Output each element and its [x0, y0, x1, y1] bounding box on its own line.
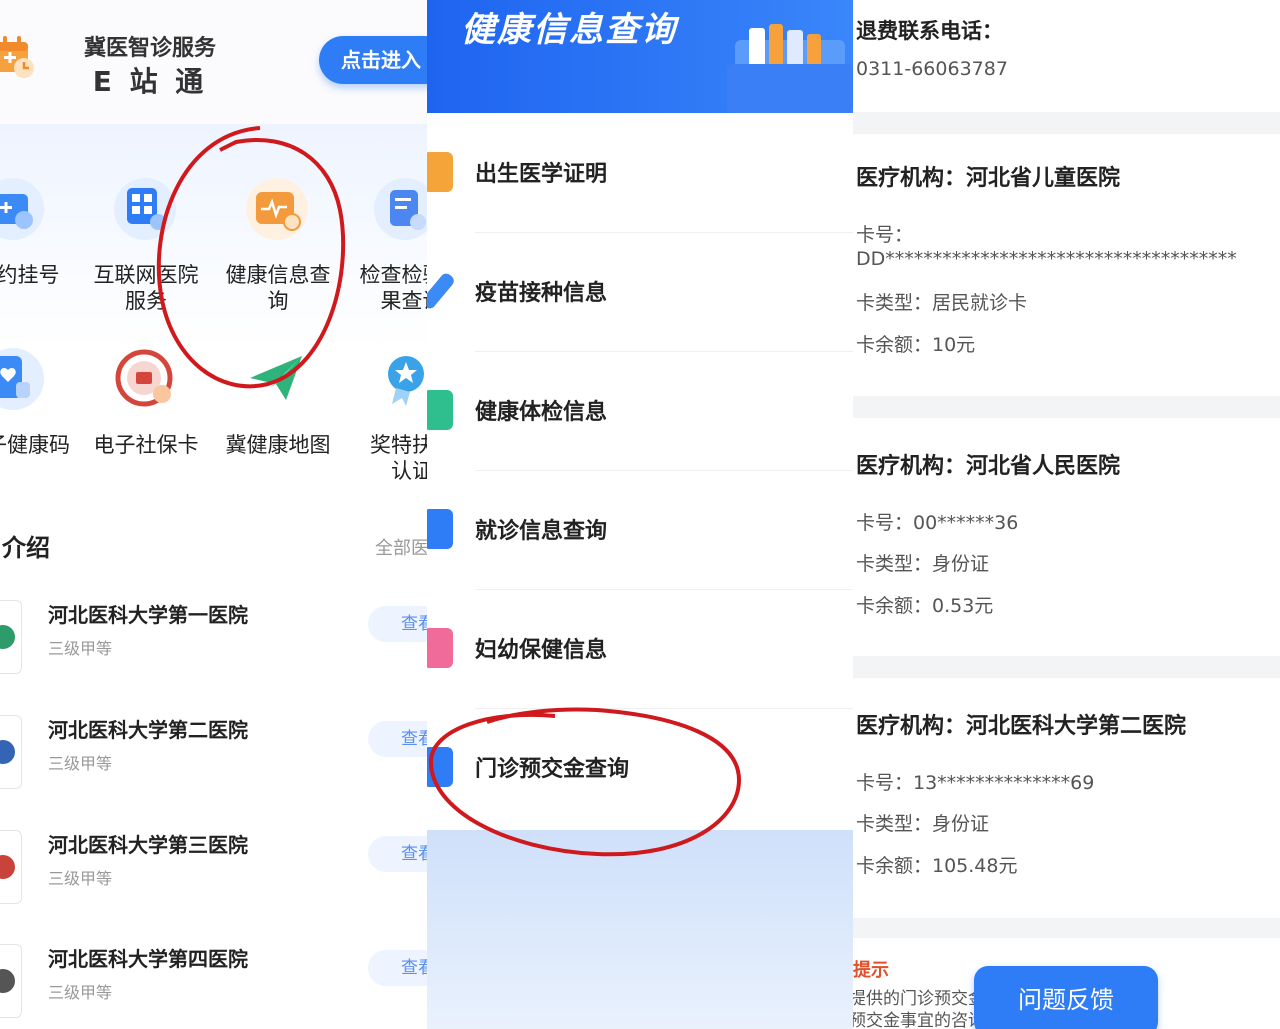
grid-item-social-security[interactable] — [114, 348, 176, 410]
card-type: 卡类型：身份证 — [856, 813, 990, 835]
hospital-logo — [0, 830, 22, 904]
hospital-logo — [0, 944, 22, 1018]
card-balance: 卡余额：10元 — [856, 334, 976, 356]
report-check-icon — [390, 190, 426, 230]
health-info-panel: 健康信息查询 出生医学证明 疫苗接种信息 健康体检信息 就诊信息查询 妇幼保健信… — [427, 0, 853, 1029]
social-security-card-icon — [115, 349, 173, 407]
card-number-label: 卡号： — [856, 224, 914, 246]
menu-item-label: 健康体检信息 — [475, 400, 608, 425]
home-screen-panel: 冀医智诊服务 E 站 通 点击进入 约挂号 互联网医院 服务 健康信息查 询 检… — [0, 0, 427, 1029]
hospital-list-item[interactable]: 河北医科大学第三医院 三级甲等 查看 — [0, 820, 427, 932]
institution-name: 医疗机构：河北省人民医院 — [856, 454, 1121, 479]
grid-item-health-map[interactable] — [246, 348, 308, 410]
institution-name: 医疗机构：河北医科大学第二医院 — [856, 714, 1187, 739]
tip-label: 提示 — [853, 960, 889, 981]
card-entry: 医疗机构：河北省人民医院 卡号：00******36 卡类型：身份证 卡余额：0… — [853, 448, 1280, 648]
menu-item-maternal-child[interactable]: 妇幼保健信息 — [427, 590, 853, 709]
hospital-view-button[interactable]: 查看 — [368, 836, 427, 872]
folder-illustration-icon — [727, 24, 853, 113]
grid-label-social-security[interactable]: 电子社保卡 — [76, 432, 216, 458]
grid-item-award[interactable] — [374, 348, 427, 410]
feedback-button[interactable]: 问题反馈 — [974, 966, 1158, 1029]
enter-button[interactable]: 点击进入 — [319, 36, 427, 84]
grid-label-exam-results[interactable]: 检查检验结果查询 — [342, 262, 428, 314]
hospital-name: 河北医科大学第一医院 — [48, 603, 248, 627]
card-number: 卡号：00******36 — [856, 512, 1019, 534]
hospital-logo — [0, 715, 22, 789]
refund-phone-label: 退费联系电话： — [856, 19, 1003, 43]
menu-item-label: 出生医学证明 — [475, 162, 608, 187]
hospital-view-button[interactable]: 查看 — [368, 721, 427, 757]
paper-plane-map-icon — [250, 356, 302, 400]
grid-item-internet-hospital[interactable] — [114, 178, 176, 240]
birth-certificate-icon — [427, 152, 453, 192]
health-record-search-icon — [256, 192, 301, 231]
card-entry: 医疗机构：河北省儿童医院 卡号： DD*********************… — [853, 160, 1280, 390]
menu-item-label: 疫苗接种信息 — [475, 281, 608, 306]
menu-item-label: 就诊信息查询 — [475, 519, 608, 544]
grid-label-internet-hospital[interactable]: 互联网医院 服务 — [76, 262, 216, 314]
prepaid-wallet-icon — [427, 747, 453, 787]
grid-item-appointment[interactable] — [0, 178, 44, 240]
award-medal-icon — [388, 356, 424, 406]
refund-phone-number[interactable]: 0311-66063787 — [856, 58, 1008, 80]
grid-item-health-info[interactable] — [246, 178, 308, 240]
menu-item-label: 门诊预交金查询 — [475, 757, 630, 782]
grid-label-health-map[interactable]: 冀健康地图 — [208, 432, 348, 458]
section-divider — [853, 918, 1280, 938]
hospital-grid-icon — [127, 188, 166, 230]
section-divider — [853, 396, 1280, 418]
hospital-name: 河北医科大学第二医院 — [48, 718, 248, 742]
institution-name: 医疗机构：河北省儿童医院 — [856, 166, 1121, 191]
card-type: 卡类型：身份证 — [856, 553, 990, 575]
service-name: E 站 通 — [92, 65, 208, 98]
hospital-name: 河北医科大学第四医院 — [48, 947, 248, 971]
grid-label-award[interactable]: 奖特扶助认证 — [342, 432, 427, 484]
hospital-list-item[interactable]: 河北医科大学第四医院 三级甲等 查看 — [0, 934, 427, 1029]
view-all-link[interactable]: 全部医院 — [375, 534, 427, 560]
menu-item-health-checkup[interactable]: 健康体检信息 — [427, 352, 853, 471]
service-header: 冀医智诊服务 E 站 通 点击进入 — [0, 0, 427, 124]
maternal-child-icon — [427, 628, 453, 668]
card-number: 卡号：13**************69 — [856, 772, 1095, 794]
banner: 健康信息查询 — [427, 0, 853, 113]
calendar-clock-icon — [0, 36, 34, 78]
health-checkup-icon — [427, 390, 453, 430]
hospital-logo — [0, 600, 22, 674]
calendar-plus-icon — [0, 194, 33, 229]
background-gradient — [427, 830, 853, 1029]
card-balance: 卡余额：0.53元 — [856, 595, 994, 617]
service-title: 冀医智诊服务 — [83, 36, 216, 61]
card-balance: 卡余额：105.48元 — [856, 855, 1018, 877]
visit-record-icon — [427, 509, 453, 549]
card-number: DD************************************* — [856, 248, 1237, 270]
grid-item-health-code[interactable] — [0, 348, 44, 410]
hospital-view-button[interactable]: 查看 — [368, 606, 427, 642]
section-divider — [853, 112, 1280, 134]
hospital-grade: 三级甲等 — [48, 983, 113, 1002]
section-title: 介绍 — [2, 534, 50, 562]
grid-item-exam-results[interactable] — [374, 178, 427, 240]
hospital-list-item[interactable]: 河北医科大学第二医院 三级甲等 查看 — [0, 705, 427, 817]
grid-label-health-info[interactable]: 健康信息查询 — [208, 262, 348, 314]
section-divider — [853, 656, 1280, 678]
card-entry: 医疗机构：河北医科大学第二医院 卡号：13**************69 卡类… — [853, 708, 1280, 908]
menu-item-birth-certificate[interactable]: 出生医学证明 — [427, 114, 853, 233]
menu-item-prepaid-deposit[interactable]: 门诊预交金查询 — [427, 709, 853, 828]
hospital-name: 河北医科大学第三医院 — [48, 833, 248, 857]
prepaid-deposit-panel: 退费联系电话： 0311-66063787 医疗机构：河北省儿童医院 卡号： D… — [853, 0, 1280, 1029]
vaccine-syringe-icon — [427, 271, 457, 311]
card-type: 卡类型：居民就诊卡 — [856, 292, 1028, 314]
hospital-grade: 三级甲等 — [48, 869, 113, 888]
hospital-list-item[interactable]: 河北医科大学第一医院 三级甲等 查看 — [0, 590, 427, 702]
menu-item-label: 妇幼保健信息 — [475, 638, 608, 663]
banner-title: 健康信息查询 — [461, 10, 677, 50]
health-code-icon — [0, 356, 30, 398]
menu-item-vaccine[interactable]: 疫苗接种信息 — [427, 233, 853, 352]
hospital-view-button[interactable]: 查看 — [368, 950, 427, 986]
menu-item-visit-records[interactable]: 就诊信息查询 — [427, 471, 853, 590]
hospital-grade: 三级甲等 — [48, 639, 113, 658]
hospital-grade: 三级甲等 — [48, 754, 113, 773]
